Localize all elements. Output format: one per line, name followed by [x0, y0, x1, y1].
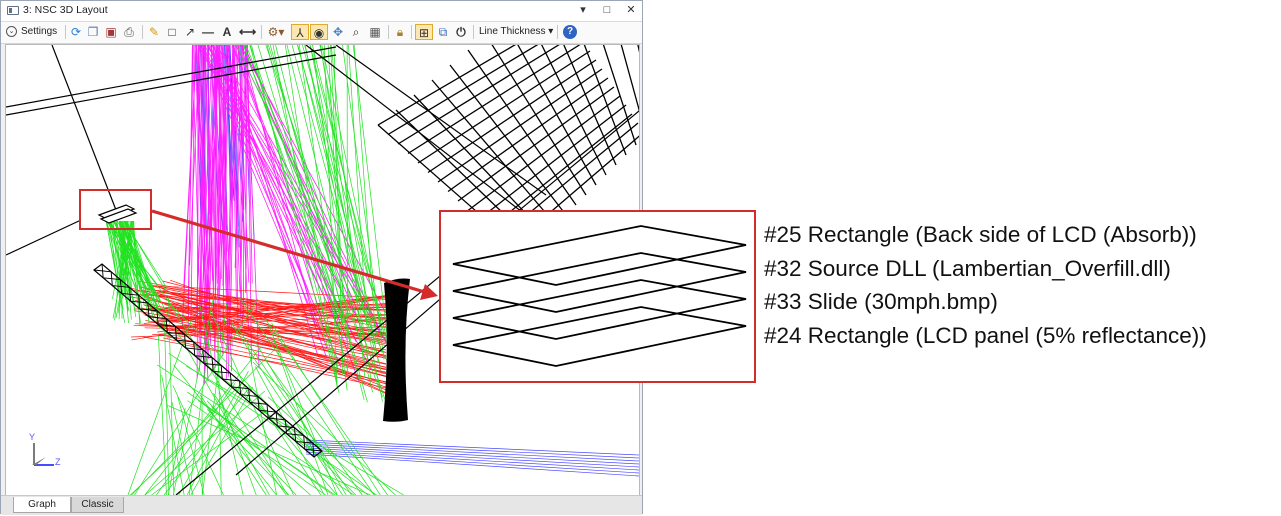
arrow-tool-icon[interactable]: ↗ — [183, 24, 197, 40]
lcd-highlight-box — [79, 189, 152, 230]
toolbar-separator — [557, 25, 558, 39]
tab-classic[interactable]: Classic — [71, 497, 124, 513]
window-layout-icon[interactable]: ⧉ — [436, 24, 450, 40]
line-thickness-dropdown[interactable]: Line Thickness ▾ — [479, 26, 553, 37]
close-button[interactable]: ✕ — [623, 3, 639, 18]
concave-mirror — [383, 278, 410, 422]
copy-icon[interactable]: ❐ — [86, 24, 100, 40]
toolbar-separator — [65, 25, 66, 39]
lcd-detail-inset — [439, 210, 756, 383]
toolbar-separator — [411, 25, 412, 39]
pan-icon[interactable]: ✥ — [331, 24, 345, 40]
save-icon[interactable]: ▣ — [104, 24, 118, 40]
title-bar[interactable]: 3: NSC 3D Layout ▾ □ ✕ — [1, 1, 642, 22]
toolbar-separator — [142, 25, 143, 39]
axis-triad — [32, 443, 54, 466]
rotate-view-icon[interactable]: ⚙▾ — [266, 24, 286, 40]
layer-back-side-lcd — [452, 225, 747, 286]
toolbar: ⌄ Settings ⟳ ❐ ▣ ⎙ ✎ □ ↗ — A ⟷ ⚙▾ ⅄ ◉ ✥ … — [1, 22, 642, 44]
window-title: 3: NSC 3D Layout — [23, 4, 108, 16]
label-back-side-lcd: #25 Rectangle (Back side of LCD (Absorb)… — [764, 222, 1197, 247]
layer-source-dll — [452, 252, 747, 313]
toolbar-separator — [388, 25, 389, 39]
view-tab-bar: Graph Classic — [1, 495, 642, 515]
tab-graph[interactable]: Graph — [13, 497, 71, 513]
label-source-dll: #32 Source DLL (Lambertian_Overfill.dll) — [764, 256, 1171, 281]
refresh-icon[interactable]: ⟳ — [69, 24, 83, 40]
help-icon[interactable]: ? — [563, 25, 577, 39]
settings-chevron-icon[interactable]: ⌄ — [6, 26, 17, 37]
text-tool-icon[interactable]: A — [220, 24, 234, 40]
grid-layout-icon[interactable]: ⊞ — [415, 24, 433, 40]
label-lcd-panel: #24 Rectangle (LCD panel (5% reflectance… — [764, 323, 1207, 348]
layer-lcd-panel — [452, 306, 747, 367]
lock-icon[interactable]: 🔒︎ — [393, 24, 407, 40]
y-axis-label: Y — [29, 432, 36, 442]
dimension-tool-icon[interactable]: ⟷ — [239, 24, 256, 40]
z-axis-label: Z — [55, 457, 61, 467]
toolbar-separator — [261, 25, 262, 39]
lcd-layers-drawing — [452, 225, 747, 367]
axes-view-icon[interactable]: ⅄ — [291, 24, 309, 40]
power-icon[interactable]: ⏻ — [454, 24, 468, 40]
print-icon[interactable]: ⎙ — [122, 24, 136, 40]
line-tool-icon[interactable]: — — [201, 24, 215, 40]
rectangle-tool-icon[interactable]: □ — [165, 24, 179, 40]
layer-slide — [452, 279, 747, 340]
window-icon — [7, 6, 19, 15]
zoom-icon[interactable]: ⌕ — [349, 24, 363, 40]
pencil-icon[interactable]: ✎ — [147, 24, 161, 40]
maximize-button[interactable]: □ — [599, 3, 615, 18]
settings-button[interactable]: Settings — [21, 26, 57, 37]
minimize-dropdown-button[interactable]: ▾ — [575, 3, 591, 18]
snapshot-icon[interactable]: ▦ — [367, 24, 383, 40]
toolbar-separator — [473, 25, 474, 39]
label-slide: #33 Slide (30mph.bmp) — [764, 289, 998, 314]
camera-view-icon[interactable]: ◉ — [310, 24, 328, 40]
